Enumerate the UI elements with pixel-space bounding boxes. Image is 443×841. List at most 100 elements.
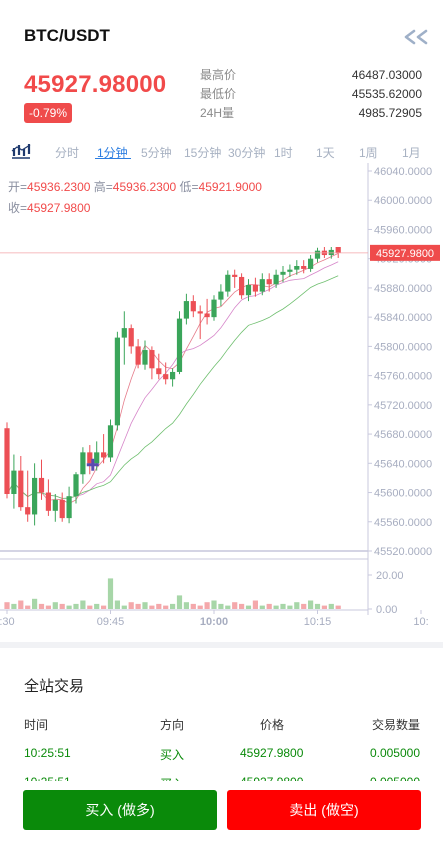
volume-bar: [142, 602, 148, 609]
volume-bar: [266, 603, 272, 609]
candlestick-chart[interactable]: 46040.000046000.000045960.000045920.0000…: [0, 163, 443, 633]
price-tick-label: 45960.0000: [374, 224, 432, 236]
close-label: 收=: [8, 201, 28, 215]
volume-bar: [287, 605, 293, 609]
sell-short-button[interactable]: 卖出 (做空): [227, 790, 421, 830]
col-time: 时间: [24, 718, 49, 732]
price-tick-label: 45880.0000: [374, 283, 432, 295]
volume-bar: [183, 602, 189, 609]
volume-bar: [80, 600, 86, 609]
tab-1day[interactable]: 1天: [316, 144, 335, 161]
volume-bar: [314, 603, 321, 609]
stat-high: 最高价 46487.03000: [200, 66, 422, 85]
candlestick-icon[interactable]: [10, 142, 32, 160]
col-price: 价格: [260, 718, 285, 732]
candle-body: [197, 311, 203, 314]
double-chevron-left-icon[interactable]: [402, 27, 430, 47]
candle-body: [239, 276, 245, 296]
volume-bar: [232, 602, 238, 609]
candle-body: [225, 274, 231, 292]
candle-body: [66, 496, 72, 519]
candle-body: [114, 337, 120, 426]
volume-bar: [73, 603, 79, 609]
volume-bar: [66, 605, 72, 609]
time-tick-label: 10:: [413, 616, 428, 628]
trade-side: 买入: [160, 748, 185, 762]
col-side: 方向: [160, 718, 185, 732]
candle-body: [128, 328, 134, 347]
volume-bar: [197, 605, 203, 609]
stat-value: 45535.62000: [351, 87, 422, 101]
candle-body: [211, 299, 217, 318]
candle-body: [183, 301, 189, 319]
col-qty: 交易数量: [371, 718, 420, 732]
volume-bar: [163, 605, 169, 609]
volume-bar: [245, 605, 252, 609]
tab-1hour[interactable]: 1时: [274, 144, 293, 161]
volume-bar: [211, 600, 217, 609]
volume-bar: [225, 605, 231, 609]
high-value: 45936.2300: [112, 180, 177, 194]
volume-bar: [18, 600, 24, 609]
candle-body: [308, 258, 314, 269]
candle-body: [190, 301, 196, 312]
price-tick-label: 45520.0000: [374, 546, 432, 558]
candle-body: [204, 313, 210, 318]
price-tick-label: 45600.0000: [374, 488, 432, 500]
active-tab-indicator: [95, 158, 131, 159]
header: BTC/USDT: [0, 0, 443, 60]
candle-body: [107, 425, 114, 458]
candle-body: [176, 318, 183, 372]
candle-body: [314, 250, 321, 259]
candle-body: [218, 291, 224, 300]
last-price-tag-label: 45927.9800: [376, 248, 434, 260]
volume-bar: [107, 578, 114, 609]
trade-row: 10:25:51 买入 45927.9800 0.005000: [24, 746, 420, 762]
interval-tabs: 分时 1分钟 5分钟 15分钟 30分钟 1时 1天 1周 1月: [0, 140, 443, 164]
price-tick-label: 45640.0000: [374, 458, 432, 470]
candle-body: [142, 350, 148, 365]
volume-tick-label: 0.00: [376, 604, 397, 616]
volume-bar: [25, 605, 31, 609]
volume-bar: [52, 602, 58, 609]
volume-bar: [273, 605, 279, 609]
volume-bar: [280, 603, 286, 609]
trades-header: 时间 方向 价格 交易数量: [24, 716, 420, 732]
volume-bar: [4, 602, 10, 609]
volume-bar: [259, 605, 265, 609]
price-stats: 最高价 46487.03000 最低价 45535.62000 24H量 498…: [200, 66, 422, 123]
candle-body: [163, 374, 169, 380]
price-tick-label: 45720.0000: [374, 400, 432, 412]
price-tick-label: 45680.0000: [374, 429, 432, 441]
volume-bar: [190, 603, 196, 609]
tab-1week[interactable]: 1周: [359, 144, 378, 161]
stat-label: 最低价: [200, 87, 237, 101]
trade-qty: 0.005000: [369, 746, 420, 760]
volume-bar: [170, 603, 176, 609]
candle-body: [32, 477, 38, 515]
candle-body: [135, 346, 141, 365]
high-label: 高=: [93, 180, 113, 194]
candle-body: [59, 499, 65, 519]
tab-5min[interactable]: 5分钟: [141, 144, 172, 161]
candle-body: [266, 279, 272, 285]
tab-1month[interactable]: 1月: [402, 144, 421, 161]
tab-30min[interactable]: 30分钟: [228, 144, 265, 161]
price-tick-label: 46000.0000: [374, 195, 432, 207]
candle-body: [101, 452, 107, 458]
tab-timeline[interactable]: 分时: [55, 144, 79, 161]
buy-long-button[interactable]: 买入 (做多): [23, 790, 217, 830]
time-tick-label: :30: [0, 616, 15, 628]
candle-body: [121, 328, 127, 338]
tab-15min[interactable]: 15分钟: [184, 144, 221, 161]
volume-bar: [149, 605, 155, 609]
candle-body: [301, 266, 307, 269]
volume-bar: [308, 600, 314, 609]
candle-body: [18, 470, 24, 508]
stat-value: 46487.03000: [351, 68, 422, 82]
volume-tick-label: 20.00: [376, 570, 404, 582]
candle-body: [4, 428, 10, 494]
volume-bar: [121, 605, 127, 609]
candle-body: [25, 507, 31, 515]
volume-bar: [32, 598, 38, 609]
